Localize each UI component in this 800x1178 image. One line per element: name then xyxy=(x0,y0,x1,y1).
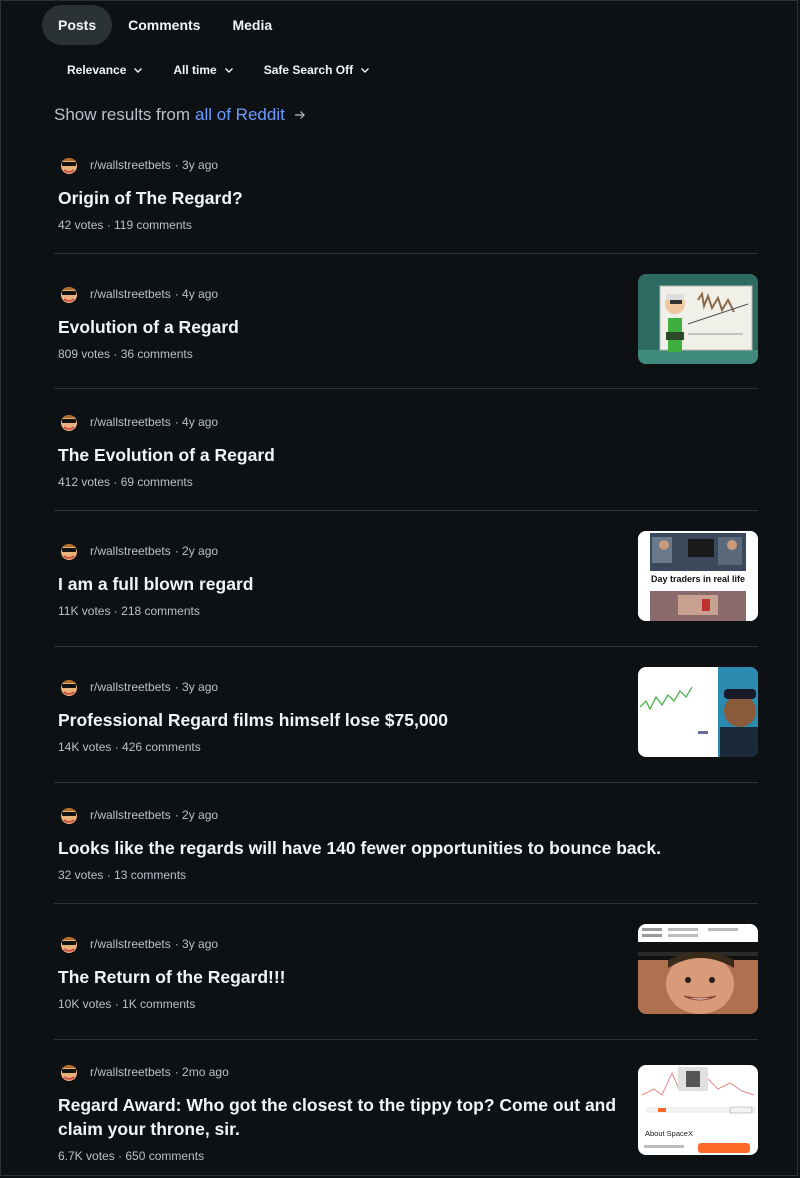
all-of-reddit-link[interactable]: all of Reddit xyxy=(195,105,285,125)
divider xyxy=(54,253,758,254)
divider xyxy=(54,903,758,904)
post-stats: 42 votes · 119 comments xyxy=(58,218,192,232)
post-time: · 3y ago xyxy=(174,158,219,172)
show-all-reddit: Show results from all of Reddit xyxy=(54,105,306,125)
divider xyxy=(54,510,758,511)
post-title[interactable]: Origin of The Regard? xyxy=(58,186,758,210)
time-filter-label: All time xyxy=(173,63,217,77)
safe-search-dropdown[interactable]: Safe Search Off xyxy=(253,56,381,84)
post-time: · 4y ago xyxy=(174,287,219,301)
divider xyxy=(54,782,758,783)
tab-media[interactable]: Media xyxy=(216,5,288,45)
post-thumbnail[interactable] xyxy=(638,924,758,1014)
post-stats: 32 votes · 13 comments xyxy=(58,868,187,882)
show-all-prefix: Show results from xyxy=(54,105,191,124)
subreddit-avatar[interactable] xyxy=(58,411,80,433)
thumbnail-caption: Day traders in real life xyxy=(650,574,746,584)
post-thumbnail[interactable]: Day traders in real life xyxy=(638,531,758,621)
post-meta: r/wallstreetbets · 2y ago xyxy=(58,803,758,827)
divider xyxy=(54,1039,758,1040)
post-result[interactable]: r/wallstreetbets · 3y ago Origin of The … xyxy=(58,153,758,232)
post-time: · 2y ago xyxy=(174,544,219,558)
post-thumbnail[interactable] xyxy=(638,274,758,364)
subreddit-avatar[interactable] xyxy=(58,933,80,955)
post-time: · 3y ago xyxy=(174,680,219,694)
post-result[interactable]: r/wallstreetbets · 4y ago The Evolution … xyxy=(58,410,758,489)
divider xyxy=(54,388,758,389)
subreddit-avatar[interactable] xyxy=(58,804,80,826)
post-time: · 4y ago xyxy=(174,415,219,429)
post-thumbnail[interactable]: About SpaceX xyxy=(638,1065,758,1155)
post-time: · 2mo ago xyxy=(174,1065,229,1079)
subreddit-name[interactable]: r/wallstreetbets xyxy=(90,808,171,822)
subreddit-name[interactable]: r/wallstreetbets xyxy=(90,287,171,301)
subreddit-name[interactable]: r/wallstreetbets xyxy=(90,544,171,558)
subreddit-avatar[interactable] xyxy=(58,154,80,176)
post-result[interactable]: r/wallstreetbets · 2y ago Looks like the… xyxy=(58,803,758,882)
arrow-right-icon[interactable] xyxy=(294,109,306,121)
subreddit-name[interactable]: r/wallstreetbets xyxy=(90,1065,171,1079)
post-stats: 412 votes · 69 comments xyxy=(58,475,193,489)
time-filter-dropdown[interactable]: All time xyxy=(162,56,244,84)
subreddit-avatar[interactable] xyxy=(58,283,80,305)
post-thumbnail[interactable] xyxy=(638,667,758,757)
safe-search-label: Safe Search Off xyxy=(263,63,354,77)
subreddit-name[interactable]: r/wallstreetbets xyxy=(90,158,171,172)
thumbnail-caption: About SpaceX xyxy=(645,1129,693,1138)
subreddit-name[interactable]: r/wallstreetbets xyxy=(90,680,171,694)
tab-comments[interactable]: Comments xyxy=(112,5,216,45)
chevron-down-icon xyxy=(224,68,233,73)
post-time: · 3y ago xyxy=(174,937,219,951)
divider xyxy=(54,646,758,647)
post-time: · 2y ago xyxy=(174,808,219,822)
post-title[interactable]: Looks like the regards will have 140 few… xyxy=(58,836,758,860)
tab-posts[interactable]: Posts xyxy=(42,5,113,45)
post-title[interactable]: The Evolution of a Regard xyxy=(58,443,758,467)
post-meta: r/wallstreetbets · 4y ago xyxy=(58,410,758,434)
sort-relevance-dropdown[interactable]: Relevance xyxy=(56,56,154,84)
post-meta: r/wallstreetbets · 3y ago xyxy=(58,153,758,177)
subreddit-avatar[interactable] xyxy=(58,1061,80,1083)
subreddit-avatar[interactable] xyxy=(58,540,80,562)
result-type-tabs: Posts Comments Media xyxy=(42,5,288,45)
sort-label: Relevance xyxy=(67,63,127,77)
subreddit-name[interactable]: r/wallstreetbets xyxy=(90,415,171,429)
subreddit-name[interactable]: r/wallstreetbets xyxy=(90,937,171,951)
subreddit-avatar[interactable] xyxy=(58,676,80,698)
chevron-down-icon xyxy=(134,68,143,73)
chevron-down-icon xyxy=(361,68,370,73)
filter-bar: Relevance All time Safe Search Off xyxy=(56,56,389,84)
